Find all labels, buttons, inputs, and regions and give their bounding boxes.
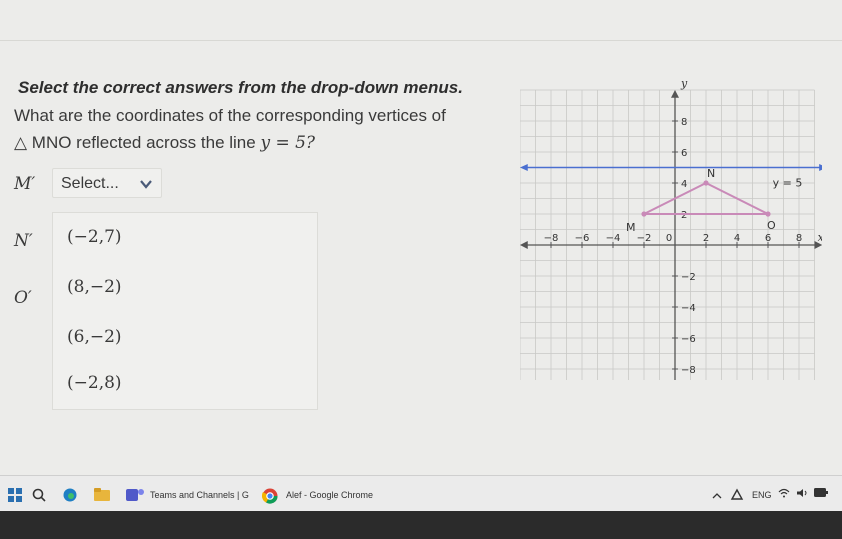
question-equation: y = 5? [260,133,316,153]
axis-ticks: −8 −6 −4 −2 0 2 4 6 88642−2−4−6−8 [544,117,803,376]
screen-bezel [0,511,842,539]
dropdown-options-list: (−2,7) (8,−2) (6,−2) (−2,8) [52,212,318,410]
x-tick-label: 0 [666,233,672,244]
vertex-point-m [641,211,647,217]
y-tick-label: 2 [681,210,687,221]
vertex-label-o: O [767,219,776,232]
y-tick-label: 8 [681,117,687,128]
question-title: Select the correct answers from the drop… [18,78,463,97]
header-divider [0,40,842,41]
y-axis-label: y [680,80,688,90]
m-prime-label: M′ [14,174,36,194]
y-tick-label: −6 [681,334,696,345]
volume-icon[interactable] [796,488,808,498]
dropdown-option[interactable]: (6,−2) [67,327,122,347]
question-page: Select the correct answers from the drop… [0,0,842,475]
x-axis-label: x [818,231,822,244]
coordinate-graph: −8−6−4−2024688642−2−4−6−8 M N O y = 5 x … [520,80,822,380]
vertex-label-m: M [626,221,636,234]
folder-icon[interactable] [94,488,110,502]
o-prime-label: O′ [14,288,32,308]
vertex-point-o [765,211,771,217]
chevron-down-icon [140,180,152,189]
dropdown-option[interactable]: (−2,8) [67,373,122,393]
y-tick-label: 6 [681,148,687,159]
question-triangle-text: △ MNO reflected across the line [14,133,256,152]
battery-icon[interactable] [814,488,828,497]
question-text-line1: What are the coordinates of the correspo… [14,106,446,125]
chrome-icon[interactable] [262,488,278,504]
start-icon[interactable] [8,488,22,502]
reflection-line-label: y = 5 [773,177,803,190]
y-tick-label: −8 [681,365,696,376]
select-value: Select... [61,175,119,192]
edge-icon[interactable] [62,488,78,502]
taskbar-app-chrome[interactable]: Alef - Google Chrome [286,490,373,500]
vertex-point-n [703,180,709,186]
y-tick-label: 4 [681,179,687,190]
drive-sync-icon[interactable] [730,488,744,502]
dropdown-option[interactable]: (−2,7) [67,227,122,247]
question-text-line2: △ MNO reflected across the line y = 5? [14,133,315,153]
wifi-icon[interactable] [778,488,790,498]
x-axis-arrow [520,241,528,249]
dropdown-option[interactable]: (8,−2) [67,277,122,297]
chevron-up-icon[interactable] [712,492,722,500]
reflection-line-arrow [520,164,528,171]
taskbar: Teams and Channels | G Alef - Google Chr… [0,475,842,512]
taskbar-app-teams[interactable]: Teams and Channels | G [150,490,249,500]
y-axis-arrow [671,90,679,98]
teams-icon[interactable] [126,488,144,502]
m-prime-select[interactable]: Select... [52,168,162,198]
language-indicator[interactable]: ENG [752,490,772,500]
reflection-line-arrow [819,164,822,171]
n-prime-label: N′ [14,231,33,251]
y-tick-label: −4 [681,303,696,314]
search-icon[interactable] [32,488,46,502]
vertex-label-n: N [707,167,715,180]
y-tick-label: −2 [681,272,696,283]
